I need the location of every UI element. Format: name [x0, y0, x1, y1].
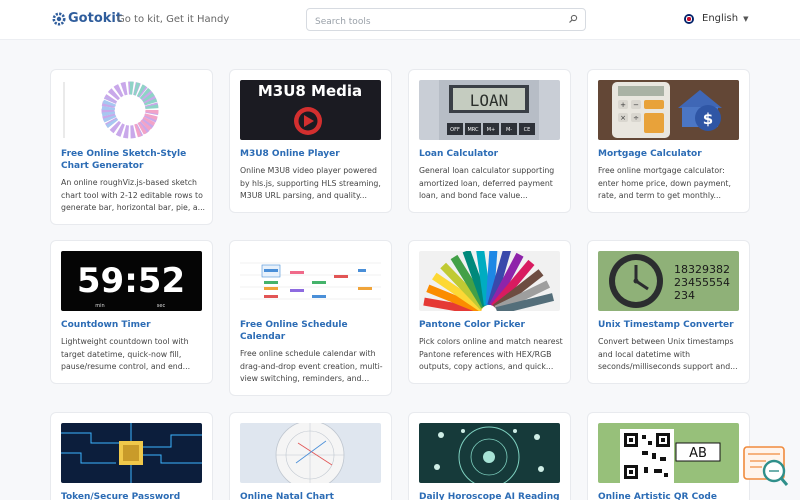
svg-text:OFF: OFF: [450, 127, 460, 133]
search-box[interactable]: [306, 8, 586, 33]
tool-card-pantone-picker[interactable]: Pantone Color Picker Pick colors online …: [408, 240, 571, 384]
card-title[interactable]: Unix Timestamp Converter: [598, 319, 743, 331]
tool-card-artistic-qr[interactable]: AB Online Artistic QR Code: [587, 412, 750, 500]
svg-text:MRC: MRC: [467, 127, 479, 133]
tool-card-schedule-calendar[interactable]: Free Online Schedule Calendar Free onlin…: [229, 240, 392, 396]
natal-chart-thumbnail: [240, 423, 381, 483]
card-title[interactable]: Mortgage Calculator: [598, 148, 743, 160]
card-description: An online roughViz.js-based sketch chart…: [61, 178, 206, 212]
caret-down-icon: ▼: [743, 14, 749, 23]
top-header: Gotokit Go to kit, Get it Handy English …: [0, 0, 800, 40]
card-description: General loan calculator supporting amort…: [419, 166, 555, 200]
card-description: Pick colors online and match nearest Pan…: [419, 337, 563, 371]
svg-text:CE: CE: [524, 127, 531, 133]
tool-card-mortgage-calculator[interactable]: + − × ÷ $ Mortgage Calculator Free onlin…: [587, 69, 750, 213]
loan-display-text: LOAN: [470, 91, 509, 110]
svg-text:18329382: 18329382: [674, 263, 730, 276]
tool-card-sketch-chart[interactable]: Free Online Sketch-Style Chart Generator…: [50, 69, 213, 225]
svg-text:$: $: [703, 110, 713, 128]
unix-thumbnail: 18329382 23455554 234: [598, 251, 739, 311]
search-icon[interactable]: [568, 14, 578, 24]
svg-text:×: ×: [620, 114, 626, 122]
tool-card-unix-timestamp[interactable]: 18329382 23455554 234 Unix Timestamp Con…: [587, 240, 750, 384]
svg-text:+: +: [620, 101, 626, 109]
svg-text:M+: M+: [487, 127, 496, 133]
uk-flag-icon: [684, 13, 694, 24]
brand-logo[interactable]: Gotokit: [52, 11, 122, 26]
brand-name: Gotokit: [68, 11, 123, 26]
card-title[interactable]: Online Artistic QR Code: [598, 491, 743, 500]
mortgage-thumbnail: + − × ÷ $: [598, 80, 739, 140]
gear-logo-icon: [52, 12, 66, 25]
sketch-chart-thumbnail: [61, 80, 202, 140]
loan-thumbnail: LOAN OFF MRC M+ M- CE: [419, 80, 560, 140]
brand-tagline: Go to kit, Get it Handy: [117, 14, 230, 25]
card-title[interactable]: Loan Calculator: [419, 148, 564, 160]
tool-card-countdown-timer[interactable]: 59:52 min sec Countdown Timer Lightweigh…: [50, 240, 213, 384]
search-input[interactable]: [307, 11, 557, 33]
svg-text:23455554: 23455554: [674, 276, 730, 289]
calendar-thumbnail: [240, 251, 381, 311]
card-title[interactable]: M3U8 Online Player: [240, 148, 385, 160]
svg-text:sec: sec: [157, 303, 166, 309]
pantone-thumbnail: [419, 251, 560, 311]
tool-card-m3u8-player[interactable]: M3U8 Media M3U8 Online Player Online M3U…: [229, 69, 392, 213]
floating-search-widget-icon[interactable]: [742, 445, 790, 489]
card-description: Convert between Unix timestamps and loca…: [598, 337, 738, 371]
svg-text:AB: AB: [689, 446, 707, 461]
language-label: English: [702, 13, 739, 24]
token-thumbnail: [61, 423, 202, 483]
card-title[interactable]: Free Online Sketch-Style Chart Generator: [61, 148, 206, 172]
language-selector[interactable]: English ▼: [684, 13, 749, 24]
card-title[interactable]: Token/Secure Password: [61, 491, 206, 500]
qr-thumbnail: AB: [598, 423, 739, 483]
svg-text:÷: ÷: [633, 114, 639, 122]
card-title[interactable]: Daily Horoscope AI Reading: [419, 491, 564, 500]
card-description: Free online mortgage calculator: enter h…: [598, 166, 731, 200]
m3u8-thumb-text: M3U8 Media: [258, 82, 362, 100]
card-title[interactable]: Countdown Timer: [61, 319, 206, 331]
svg-text:−: −: [633, 101, 639, 109]
card-description: Lightweight countdown tool with target d…: [61, 337, 191, 371]
horoscope-thumbnail: [419, 423, 560, 483]
card-title[interactable]: Free Online Schedule Calendar: [240, 319, 385, 343]
tool-card-natal-chart[interactable]: Online Natal Chart: [229, 412, 392, 500]
tool-card-token-password[interactable]: Token/Secure Password: [50, 412, 213, 500]
timer-digits: 59:52: [77, 261, 185, 301]
card-title[interactable]: Online Natal Chart: [240, 491, 385, 500]
svg-text:M-: M-: [506, 127, 512, 133]
tool-card-daily-horoscope[interactable]: Daily Horoscope AI Reading: [408, 412, 571, 500]
card-description: Online M3U8 video player powered by hls.…: [240, 166, 381, 200]
tool-card-loan-calculator[interactable]: LOAN OFF MRC M+ M- CE Loan Calculator Ge…: [408, 69, 571, 213]
m3u8-thumbnail: M3U8 Media: [240, 80, 381, 140]
svg-text:234: 234: [674, 289, 695, 302]
card-description: Free online schedule calendar with drag-…: [240, 349, 383, 383]
countdown-thumbnail: 59:52 min sec: [61, 251, 202, 311]
card-title[interactable]: Pantone Color Picker: [419, 319, 564, 331]
svg-text:min: min: [95, 303, 104, 309]
